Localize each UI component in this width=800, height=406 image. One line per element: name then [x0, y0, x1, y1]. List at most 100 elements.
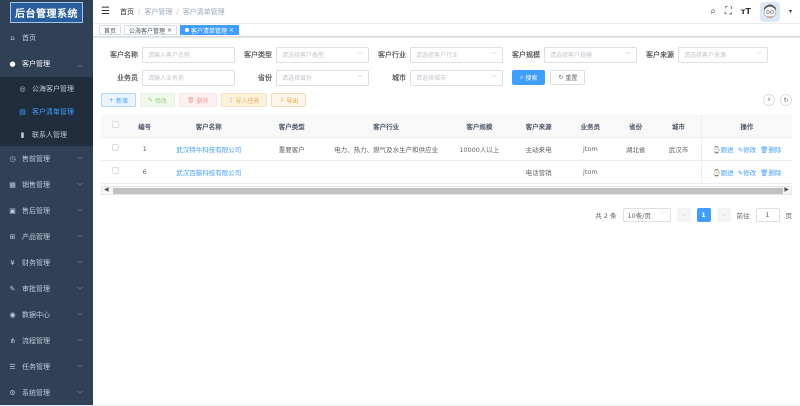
- customer-name-input[interactable]: 请输入客户名称: [142, 46, 235, 63]
- active-dot-icon: [184, 28, 189, 32]
- caret-down-icon[interactable]: ▾: [789, 8, 792, 15]
- follow-button[interactable]: ⌚跟进: [713, 146, 734, 154]
- download-icon: ⇩: [279, 96, 285, 104]
- hamburger-icon[interactable]: ☰: [101, 6, 110, 17]
- refresh-icon: ↻: [558, 74, 564, 81]
- page-number[interactable]: 1: [696, 207, 711, 222]
- font-size-icon[interactable]: тT: [741, 7, 751, 16]
- add-button[interactable]: + 新增: [101, 93, 136, 107]
- sidebar-item-pool-customers[interactable]: ◎ 公海客户管理: [0, 77, 93, 100]
- page-size-select[interactable]: 10条/页 ﹀: [622, 207, 671, 222]
- search-toggle-icon[interactable]: ⌕: [763, 94, 775, 106]
- horizontal-scrollbar[interactable]: ◀ ▶: [101, 185, 792, 195]
- main-area: ☰ 首页 / 客户管理 / 客户清单管理 ⌕ ⛶ тT ▾ 首页 公海客户管理 ×: [93, 0, 800, 405]
- sidebar-item-flow[interactable]: ⋔ 流程管理 ﹀: [0, 328, 93, 354]
- fullscreen-icon[interactable]: ⛶: [725, 6, 732, 17]
- customer-scale-select[interactable]: 请选择客户规模 ﹀: [544, 46, 637, 63]
- delete-row-button[interactable]: 🗑删除: [760, 146, 781, 154]
- customer-type-select[interactable]: 请选择客户类型 ﹀: [276, 46, 369, 63]
- close-icon[interactable]: ×: [229, 27, 234, 34]
- field-customer-scale: 客户规模 请选择客户规模 ﹀: [503, 46, 637, 63]
- salesperson-input[interactable]: 请输入业务员: [142, 69, 235, 86]
- refresh-icon[interactable]: ↻: [780, 94, 792, 106]
- edit-button[interactable]: ✎ 修改: [139, 93, 175, 107]
- sidebar-item-contacts[interactable]: ▮ 联系人管理: [0, 123, 93, 146]
- finance-icon: ¥: [10, 259, 15, 267]
- col-name: 客户名称: [159, 115, 259, 138]
- tag-home[interactable]: 首页: [99, 25, 122, 35]
- breadcrumb-current: 客户清单管理: [182, 7, 225, 16]
- sidebar-item-sales[interactable]: ▦ 销售管理 ﹀: [0, 172, 93, 198]
- sidebar-item-customer-list[interactable]: ▤ 客户清单管理: [0, 100, 93, 123]
- customer-name-link[interactable]: 武汉特牛科技有限公司: [159, 137, 259, 161]
- scroll-left-icon[interactable]: ◀: [104, 186, 109, 193]
- col-source: 客户来源: [511, 115, 566, 138]
- sidebar-item-tasks[interactable]: ☰ 任务管理 ﹀: [0, 354, 93, 380]
- follow-button[interactable]: ⌚跟进: [713, 169, 734, 177]
- customer-name-link[interactable]: 武汉百猫科技有限公司: [159, 160, 259, 184]
- sidebar-item-system[interactable]: ⚙ 系统管理 ﹀: [0, 380, 93, 406]
- sidebar-item-approval[interactable]: ✎ 审批管理 ﹀: [0, 276, 93, 302]
- prev-page-button[interactable]: ‹: [676, 207, 691, 222]
- search-row-2: 业务员 请输入业务员 省份 请选择省份 ﹀ 城市 请选择城市 ﹀ ⌕ 搜索 ↻ 重置: [101, 69, 792, 86]
- list-icon: ▤: [19, 107, 26, 116]
- goto-page-input[interactable]: 1: [755, 207, 780, 222]
- tag-pool-customers[interactable]: 公海客户管理 ×: [124, 25, 177, 35]
- edit-icon: ✎: [147, 96, 153, 104]
- aftersale-icon: ▣: [9, 207, 16, 215]
- row-checkbox[interactable]: [112, 167, 120, 174]
- export-button[interactable]: ⇩ 导出: [271, 93, 307, 107]
- system-icon: ⚙: [9, 389, 16, 397]
- search-button[interactable]: ⌕ 搜索: [512, 70, 546, 85]
- chevron-down-icon: ﹀: [490, 52, 497, 59]
- breadcrumb-customers: 客户管理: [144, 7, 173, 16]
- scrollbar-thumb[interactable]: [113, 187, 783, 194]
- chevron-down-icon: ﹀: [755, 52, 762, 59]
- col-sales: 业务员: [565, 115, 616, 138]
- chevron-down-icon: ﹀: [76, 338, 83, 346]
- chevron-down-icon: ﹀: [76, 234, 83, 242]
- col-scale: 客户规模: [447, 115, 512, 138]
- tags-view: 首页 公海客户管理 × 客户清单管理 ×: [93, 24, 800, 37]
- sidebar-item-presale[interactable]: ◷ 售前管理 ﹀: [0, 146, 93, 172]
- edit-row-button[interactable]: ✎修改: [738, 146, 756, 154]
- close-icon[interactable]: ×: [167, 27, 172, 34]
- sidebar-item-products[interactable]: ⊞ 产品管理 ﹀: [0, 224, 93, 250]
- tag-customer-list[interactable]: 客户清单管理 ×: [179, 25, 239, 35]
- import-button[interactable]: ⇪ 导入任务: [220, 93, 268, 107]
- avatar[interactable]: [759, 1, 780, 22]
- avatar-image: [759, 1, 780, 22]
- row-checkbox[interactable]: [112, 144, 120, 151]
- col-id: 编号: [130, 115, 160, 138]
- trash-icon: 🗑: [186, 96, 195, 104]
- breadcrumb-home[interactable]: 首页: [120, 8, 134, 16]
- reset-button[interactable]: ↻ 重置: [550, 70, 586, 85]
- contact-icon: ▮: [20, 130, 25, 139]
- sidebar-item-customers[interactable]: ● 客户管理 ︿: [0, 51, 93, 77]
- province-select[interactable]: 请选择省份 ﹀: [276, 69, 369, 86]
- chevron-down-icon: ﹀: [76, 286, 83, 294]
- customer-source-select[interactable]: 请选择客户来源 ﹀: [678, 46, 768, 63]
- field-customer-name: 客户名称 请输入客户名称: [101, 46, 235, 63]
- next-page-button[interactable]: ›: [716, 207, 731, 222]
- edit-row-button[interactable]: ✎修改: [738, 169, 756, 177]
- pagination: 共 2 条 10条/页 ﹀ ‹ 1 › 前往 1 页: [101, 207, 792, 222]
- total-count: 共 2 条: [595, 211, 617, 220]
- sidebar-submenu: ◎ 公海客户管理 ▤ 客户清单管理 ▮ 联系人管理: [0, 77, 93, 146]
- col-type: 客户类型: [258, 115, 326, 138]
- flow-icon: ⋔: [9, 337, 16, 345]
- search-icon[interactable]: ⌕: [710, 6, 716, 17]
- sidebar-item-data[interactable]: ◉ 数据中心 ﹀: [0, 302, 93, 328]
- customer-industry-select[interactable]: 请选择客户行业 ﹀: [410, 46, 503, 63]
- delete-button[interactable]: 🗑 删除: [178, 93, 217, 107]
- select-all-checkbox[interactable]: [112, 121, 120, 129]
- approval-icon: ✎: [9, 285, 16, 293]
- sidebar-item-home[interactable]: ⌂ 首页: [0, 25, 93, 51]
- scroll-right-icon[interactable]: ▶: [784, 186, 789, 193]
- product-icon: ⊞: [9, 233, 16, 241]
- sidebar-item-aftersale[interactable]: ▣ 售后管理 ﹀: [0, 198, 93, 224]
- delete-row-button[interactable]: 🗑删除: [760, 169, 781, 177]
- sidebar-item-finance[interactable]: ¥ 财务管理 ﹀: [0, 250, 93, 276]
- col-industry: 客户行业: [325, 115, 447, 138]
- city-select[interactable]: 请选择城市 ﹀: [410, 69, 503, 86]
